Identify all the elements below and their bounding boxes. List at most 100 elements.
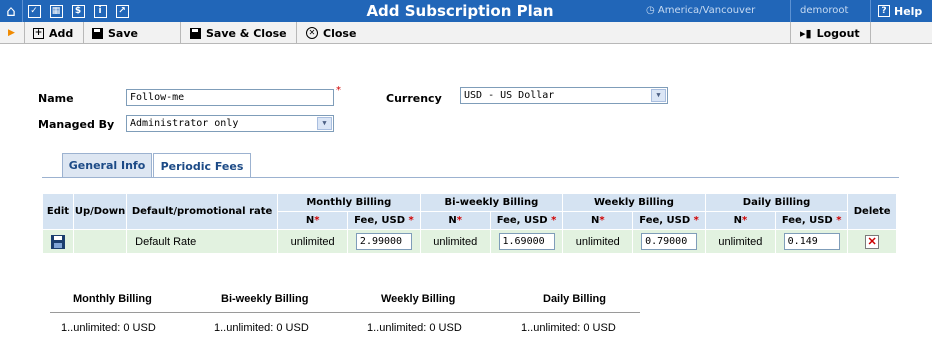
fee-label: Fee, USD (639, 215, 691, 226)
col-header-rate: Default/promotional rate (126, 193, 279, 230)
col-header-daily: Daily Billing (704, 193, 849, 212)
periodic-fees-table: Edit Up/Down Default/promotional rate Mo… (42, 193, 897, 254)
toolbar-arrow-icon: ▶ (8, 28, 15, 38)
currency-value: USD - US Dollar (464, 90, 555, 101)
chevron-down-icon[interactable]: ▼ (651, 89, 666, 102)
clock-icon: ◷ (646, 5, 655, 16)
summary-header-monthly: Monthly Billing (73, 293, 152, 305)
managed-by-value: Administrator only (130, 118, 239, 129)
col-header-delete: Delete (847, 193, 897, 230)
add-button[interactable]: + Add (33, 22, 73, 44)
col-header-fee: Fee, USD * (774, 211, 849, 230)
save-close-label: Save & Close (206, 26, 287, 40)
user-name[interactable]: demoroot (800, 0, 848, 22)
chevron-down-icon[interactable]: ▼ (317, 117, 332, 130)
logout-label: Logout (816, 26, 860, 40)
toolbar-divider (870, 22, 871, 44)
info-icon[interactable]: i (89, 0, 111, 22)
n-label: N (305, 215, 315, 226)
daily-n-cell: unlimited (704, 229, 777, 254)
close-label: Close (323, 26, 357, 40)
tab-periodic-fees[interactable]: Periodic Fees (153, 153, 251, 178)
summary-divider (50, 312, 640, 313)
name-field[interactable]: Follow-me (126, 89, 334, 106)
currency-select[interactable]: USD - US Dollar ▼ (460, 87, 668, 104)
monthly-n-cell: unlimited (277, 229, 349, 254)
save-row-icon[interactable] (50, 234, 65, 249)
chart-icon[interactable]: ↗ (111, 0, 133, 22)
help-link[interactable]: ? Help (878, 0, 922, 22)
daily-fee-input[interactable]: 0.149 (783, 233, 840, 250)
edit-cell (42, 229, 74, 254)
required-marker: * (408, 215, 414, 226)
summary-header-weekly: Weekly Billing (381, 293, 456, 305)
save-button[interactable]: Save (92, 22, 138, 44)
weekly-fee-cell: 0.79000 (632, 229, 706, 254)
summary-value-daily: 1..unlimited: 0 USD (521, 322, 616, 334)
help-icon: ? (878, 5, 890, 17)
managed-by-select[interactable]: Administrator only ▼ (126, 115, 334, 132)
help-label: Help (894, 4, 923, 18)
weekly-n-cell: unlimited (562, 229, 634, 254)
n-label: N (733, 215, 742, 226)
delete-cell: ✕ (847, 229, 897, 254)
timezone-label: America/Vancouver (657, 5, 756, 16)
required-marker: * (599, 215, 605, 226)
grid-icon[interactable]: ▦ (45, 0, 67, 22)
required-marker: * (336, 85, 341, 96)
col-header-n: N* (562, 211, 634, 230)
summary-value-monthly: 1..unlimited: 0 USD (61, 322, 156, 334)
toolbar-divider (24, 22, 25, 44)
col-header-biweekly: Bi-weekly Billing (419, 193, 564, 212)
toolbar: ▶ + Add Save Save & Close ✕ Close ▸▮ Log… (0, 22, 932, 44)
fee-label: Fee, USD (496, 215, 548, 226)
required-marker: * (693, 215, 699, 226)
summary-header-biweekly: Bi-weekly Billing (221, 293, 309, 305)
logout-button[interactable]: ▸▮ Logout (800, 22, 860, 44)
required-marker: * (456, 215, 463, 226)
biweekly-fee-cell: 1.69000 (489, 229, 564, 254)
save-icon (92, 27, 103, 39)
col-header-fee: Fee, USD * (632, 211, 706, 230)
daily-fee-cell: 0.149 (774, 229, 849, 254)
save-close-icon (190, 27, 201, 39)
managed-by-label: Managed By (38, 118, 115, 131)
rate-name-cell: Default Rate (126, 229, 279, 254)
save-close-button[interactable]: Save & Close (190, 22, 287, 44)
dollar-icon[interactable]: $ (67, 0, 89, 22)
toolbar-divider (296, 22, 297, 44)
required-marker: * (836, 215, 842, 226)
toolbar-divider (180, 22, 181, 44)
checkbox-icon[interactable]: ✓ (23, 0, 45, 22)
add-label: Add (49, 26, 74, 40)
weekly-fee-input[interactable]: 0.79000 (641, 233, 698, 250)
header-divider (790, 0, 791, 22)
table-row: Default Rate unlimited 2.99000 unlimited… (42, 229, 897, 254)
required-marker: * (741, 215, 748, 226)
monthly-fee-input[interactable]: 2.99000 (355, 233, 412, 250)
fee-label: Fee, USD (354, 215, 406, 226)
close-button[interactable]: ✕ Close (306, 22, 356, 44)
col-header-fee: Fee, USD * (347, 211, 421, 230)
biweekly-fee-input[interactable]: 1.69000 (498, 233, 555, 250)
save-label: Save (108, 26, 138, 40)
summary-value-biweekly: 1..unlimited: 0 USD (214, 322, 309, 334)
currency-label: Currency (386, 92, 442, 105)
col-header-up-down: Up/Down (72, 193, 128, 230)
toolbar-divider (790, 22, 791, 44)
col-header-edit: Edit (42, 193, 74, 230)
summary-header-daily: Daily Billing (543, 293, 606, 305)
n-label: N (448, 215, 457, 226)
delete-icon[interactable]: ✕ (865, 234, 880, 249)
required-marker: * (314, 215, 320, 226)
home-icon[interactable]: ⌂ (0, 0, 22, 22)
add-icon: + (33, 27, 44, 39)
toolbar-divider (83, 22, 84, 44)
tab-divider (42, 177, 899, 178)
timezone-link[interactable]: ◷ America/Vancouver (646, 0, 755, 22)
summary-value-weekly: 1..unlimited: 0 USD (367, 322, 462, 334)
col-header-monthly: Monthly Billing (277, 193, 421, 212)
col-header-n: N* (419, 211, 491, 230)
header-divider (870, 0, 871, 22)
tab-general-info[interactable]: General Info (62, 153, 152, 177)
